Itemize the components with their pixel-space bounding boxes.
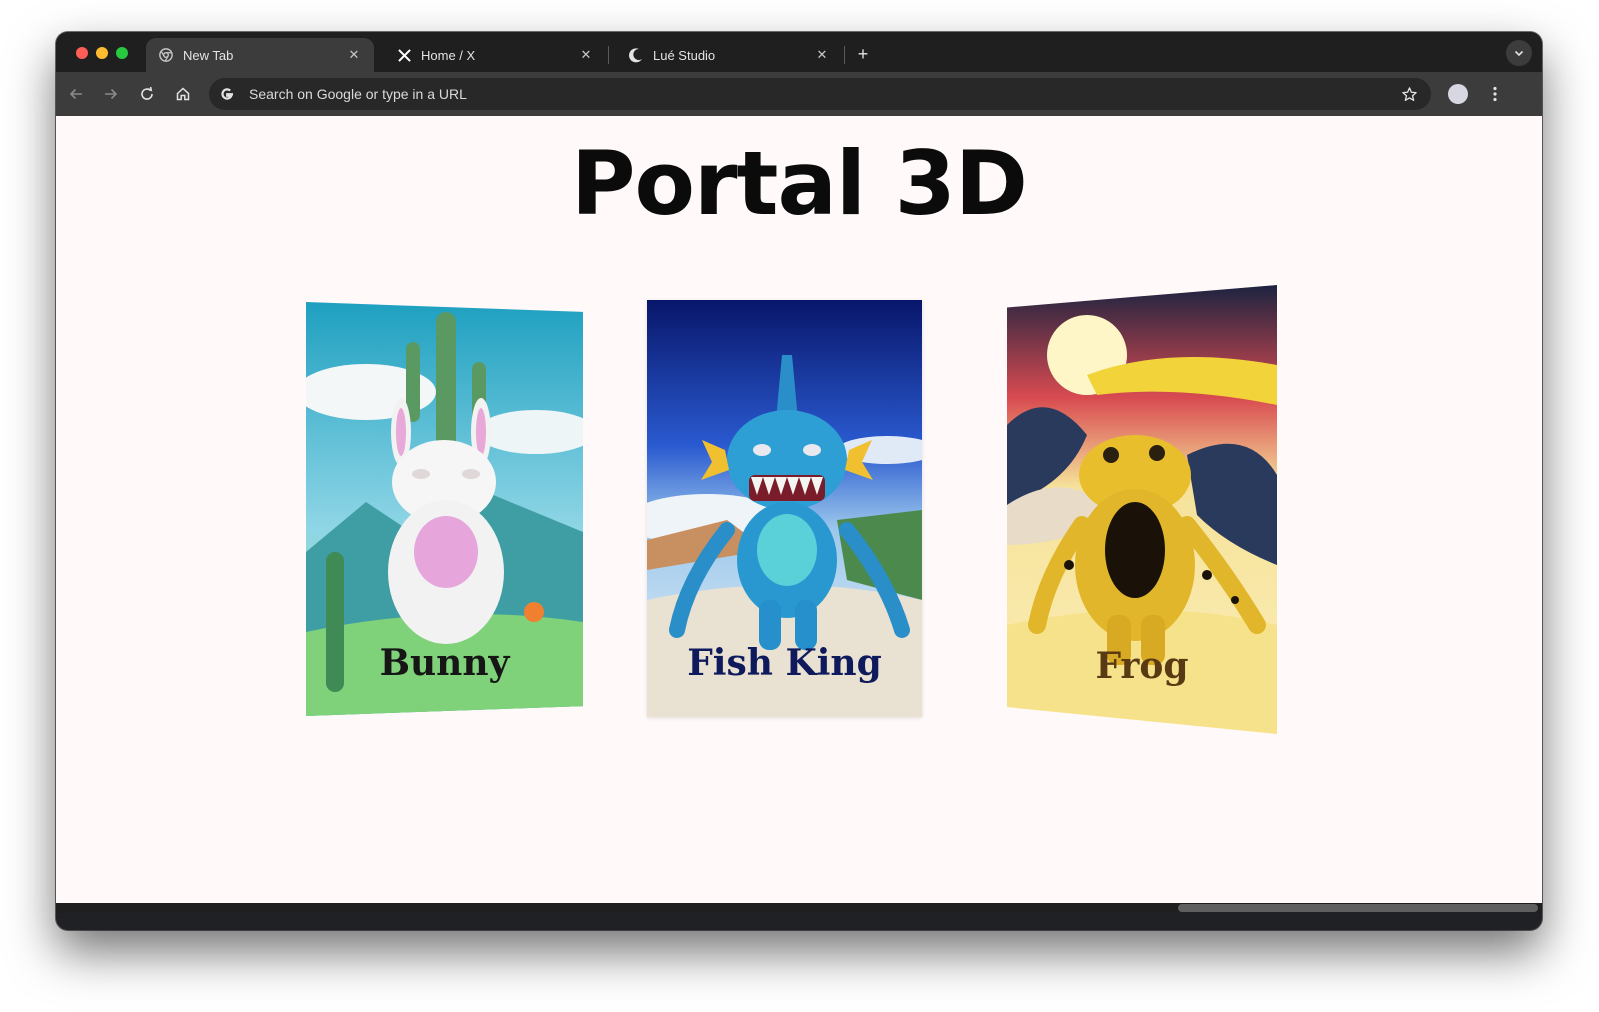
tab-title: Home / X [421, 47, 476, 63]
browser-toolbar [56, 72, 1542, 116]
tab-separator [608, 46, 609, 64]
kebab-menu-icon[interactable] [1483, 82, 1507, 106]
new-tab-plus-icon[interactable]: + [852, 43, 874, 65]
tab-lue-studio[interactable]: Lué Studio ✕ [616, 38, 842, 72]
window-maximize-button[interactable] [116, 47, 128, 59]
moon-icon [628, 47, 644, 63]
tab-title: New Tab [183, 47, 234, 63]
chrome-icon [158, 47, 174, 63]
horizontal-scrollbar[interactable] [56, 903, 1542, 913]
home-icon[interactable] [171, 82, 195, 106]
tab-search-chevron-icon[interactable] [1506, 40, 1532, 66]
bookmark-star-icon[interactable] [1397, 82, 1421, 106]
google-g-icon [217, 84, 237, 104]
tab-close-icon[interactable]: ✕ [346, 47, 362, 63]
back-arrow-icon[interactable] [64, 82, 88, 106]
card-label-frog: Frog [1095, 645, 1189, 687]
card-bunny[interactable]: Bunny [306, 302, 583, 716]
profile-avatar[interactable] [1448, 84, 1468, 104]
window-close-button[interactable] [76, 47, 88, 59]
window-minimize-button[interactable] [96, 47, 108, 59]
tab-strip: New Tab ✕ Home / X ✕ Lué Studio ✕ + [56, 32, 1542, 72]
forward-arrow-icon[interactable] [99, 82, 123, 106]
tab-close-icon[interactable]: ✕ [578, 47, 594, 63]
card-label-bunny: Bunny [379, 642, 510, 684]
page-viewport: Portal 3D Bunny Fish King Frog [56, 116, 1542, 903]
tab-new-tab[interactable]: New Tab ✕ [146, 38, 374, 72]
tab-home-x[interactable]: Home / X ✕ [384, 38, 606, 72]
tab-separator [844, 46, 845, 64]
scrollbar-thumb[interactable] [1178, 904, 1538, 912]
search-input[interactable] [247, 85, 1397, 103]
card-label-fish-king: Fish King [687, 642, 882, 684]
reload-icon[interactable] [135, 82, 159, 106]
omnibox[interactable] [209, 78, 1431, 110]
tab-title: Lué Studio [653, 47, 716, 63]
card-frog[interactable]: Frog [1007, 285, 1277, 734]
page-title: Portal 3D [571, 132, 1028, 235]
card-fish-king[interactable]: Fish King [647, 300, 922, 717]
tab-close-icon[interactable]: ✕ [814, 47, 830, 63]
browser-window: New Tab ✕ Home / X ✕ Lué Studio ✕ + Sear… [56, 32, 1542, 930]
x-logo-icon [396, 47, 412, 63]
